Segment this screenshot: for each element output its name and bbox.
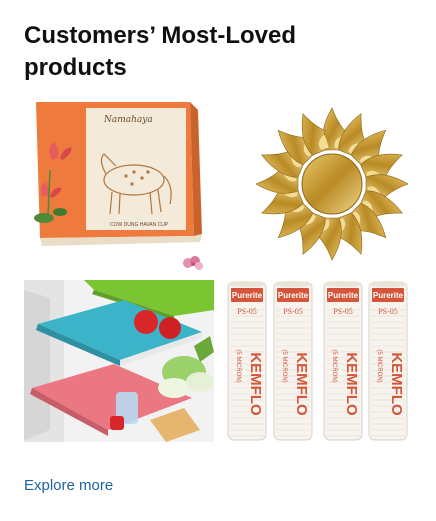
filter-label-text: KEMFLO xyxy=(388,352,405,416)
filter-model-text: PS-05 xyxy=(378,307,398,316)
filter-brand-text: Purerite xyxy=(278,291,309,300)
filter-brand-text: Purerite xyxy=(328,291,359,300)
product-image-havan-cup-box[interactable]: Namahaya COW DUNG HAVAN CUP xyxy=(24,100,214,270)
filter-brand-text: Purerite xyxy=(373,291,404,300)
product-grid: Namahaya COW DUNG HAVAN CUP Purerite PS-… xyxy=(24,100,414,445)
filter-label-text: KEMFLO xyxy=(247,352,264,416)
explore-more-link[interactable]: Explore more xyxy=(24,476,113,496)
filter-model-text: PS-05 xyxy=(333,307,353,316)
card-title: Customers’ Most-Loved products xyxy=(24,22,297,81)
filter-label-text: KEMFLO xyxy=(343,352,360,416)
filter-model-text: PS-05 xyxy=(237,307,257,316)
box-brand-script: Namahaya xyxy=(103,115,153,125)
filter-brand-text: Purerite xyxy=(232,291,263,300)
filter-micron-text: (5 MICRON) xyxy=(235,349,241,382)
filter-micron-text: (5 MICRON) xyxy=(281,349,287,382)
box-caption: COW DUNG HAVAN CUP xyxy=(110,222,169,228)
product-image-sun-mirror-sticker[interactable] xyxy=(224,100,414,270)
product-image-filter-cartridges[interactable]: Purerite PS-05 KEMFLO (5 MICRON) Purerite PS-… xyxy=(224,280,414,442)
filter-micron-text: (5 MICRON) xyxy=(376,349,382,382)
product-image-fridge-mats[interactable] xyxy=(24,280,214,442)
filter-model-text: PS-05 xyxy=(283,307,303,316)
filter-micron-text: (5 MICRON) xyxy=(331,349,337,382)
flower-sticker-icon xyxy=(183,256,203,270)
filter-label-text: KEMFLO xyxy=(293,352,310,416)
